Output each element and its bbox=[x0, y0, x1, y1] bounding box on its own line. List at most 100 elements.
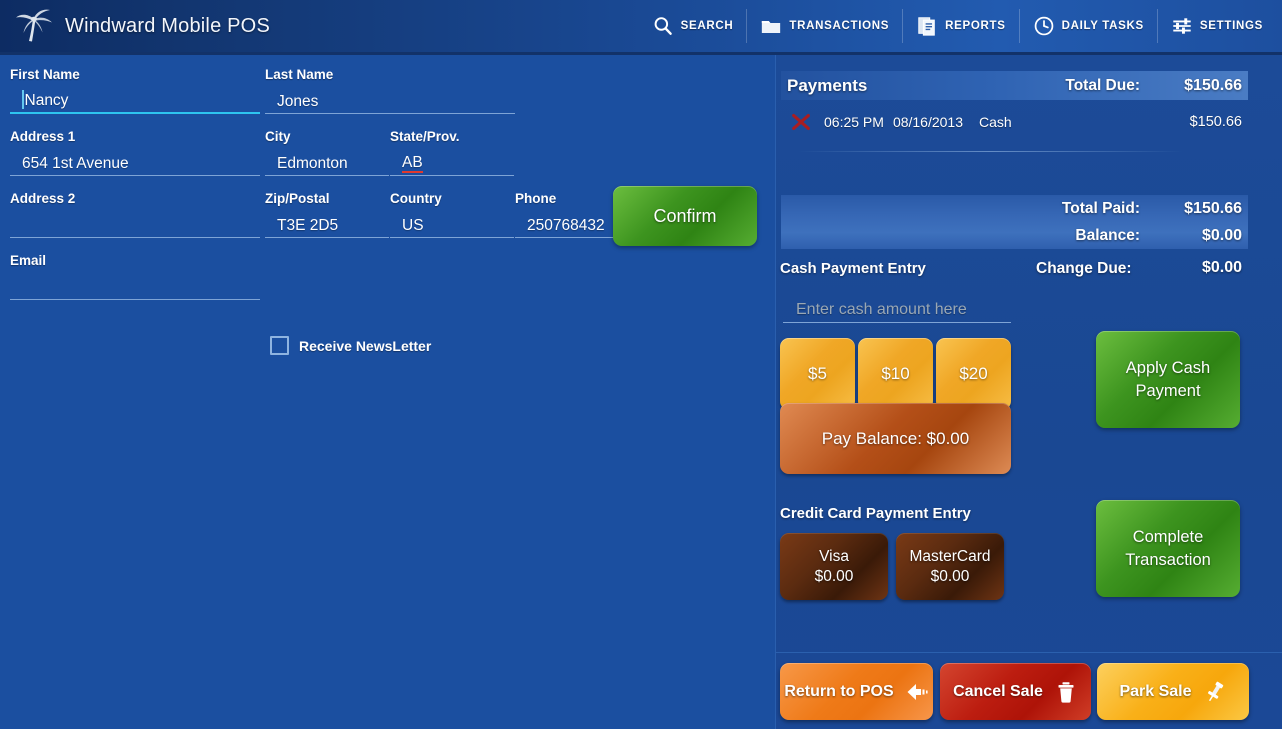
value-first-name: Nancy bbox=[24, 92, 69, 109]
field-address2: Address 2 bbox=[10, 191, 260, 238]
nav-label-settings: SETTINGS bbox=[1199, 20, 1263, 32]
cash-payment-entry-title: Cash Payment Entry bbox=[780, 260, 926, 277]
input-zip[interactable]: T3E 2D5 bbox=[265, 211, 389, 238]
return-to-pos-label: Return to POS bbox=[784, 682, 894, 700]
folder-icon bbox=[762, 20, 781, 34]
denomination-label-5: $5 bbox=[808, 364, 827, 383]
mastercard-name: MasterCard bbox=[909, 547, 991, 565]
input-first-name[interactable]: Nancy bbox=[10, 87, 260, 114]
value-city: Edmonton bbox=[277, 155, 348, 172]
newsletter-checkbox-row[interactable]: Receive NewsLetter bbox=[270, 336, 431, 355]
label-zip: Zip/Postal bbox=[265, 191, 330, 206]
top-navigation: SEARCH TRANSACTIONS REPORTS DAILY TASKS … bbox=[639, 0, 1282, 52]
newsletter-checkbox[interactable] bbox=[270, 336, 289, 355]
field-last-name: Last Name Jones bbox=[265, 67, 515, 114]
total-due-value: $150.66 bbox=[1184, 76, 1242, 94]
payment-time: 06:25 PM bbox=[824, 113, 884, 130]
app-title: Windward Mobile POS bbox=[65, 14, 270, 37]
text-caret bbox=[22, 90, 24, 109]
visa-amount: $0.00 bbox=[814, 567, 854, 585]
back-arrow-icon bbox=[907, 683, 928, 700]
visa-name: Visa bbox=[819, 547, 849, 565]
app-header: Windward Mobile POS SEARCH TRANSACTIONS bbox=[0, 0, 1282, 55]
totals-block: Total Paid: $150.66 Balance: $0.00 bbox=[781, 195, 1248, 249]
payment-type: Cash bbox=[979, 113, 1012, 130]
sliders-icon bbox=[1173, 18, 1191, 34]
apply-cash-payment-line2: Payment bbox=[1135, 381, 1201, 400]
label-address2: Address 2 bbox=[10, 191, 76, 206]
label-city: City bbox=[265, 129, 291, 144]
value-state: AB bbox=[402, 154, 423, 173]
content-area: First Name Nancy Last Name Jones Address… bbox=[0, 55, 1282, 729]
app-brand: Windward Mobile POS bbox=[0, 6, 270, 46]
field-state: State/Prov. AB bbox=[390, 129, 514, 176]
bottom-action-bar: Return to POS Cancel Sale Park Sale bbox=[776, 652, 1282, 729]
nav-item-search[interactable]: SEARCH bbox=[639, 9, 747, 43]
input-city[interactable]: Edmonton bbox=[265, 149, 389, 176]
complete-transaction-button[interactable]: Complete Transaction bbox=[1096, 500, 1240, 597]
balance-row: Balance: $0.00 bbox=[781, 222, 1248, 249]
total-paid-label: Total Paid: bbox=[1061, 199, 1140, 217]
payments-divider bbox=[798, 151, 1183, 152]
label-last-name: Last Name bbox=[265, 67, 334, 82]
pay-balance-button[interactable]: Pay Balance: $0.00 bbox=[780, 403, 1011, 474]
input-address1[interactable]: 654 1st Avenue bbox=[10, 149, 260, 176]
park-sale-button[interactable]: Park Sale bbox=[1097, 663, 1249, 720]
cancel-sale-button[interactable]: Cancel Sale bbox=[940, 663, 1091, 720]
apply-cash-payment-line1: Apply Cash bbox=[1125, 358, 1211, 377]
input-state[interactable]: AB bbox=[390, 149, 514, 176]
input-country[interactable]: US bbox=[390, 211, 514, 238]
cash-amount-input[interactable]: Enter cash amount here bbox=[783, 293, 1011, 323]
cancel-sale-label: Cancel Sale bbox=[953, 682, 1043, 700]
nav-label-transactions: TRANSACTIONS bbox=[789, 20, 890, 32]
change-due-value: $0.00 bbox=[1201, 259, 1242, 276]
nav-item-transactions[interactable]: TRANSACTIONS bbox=[746, 9, 902, 43]
change-due-label: Change Due: bbox=[1036, 260, 1132, 277]
denomination-button-5[interactable]: $5 bbox=[780, 338, 855, 410]
search-icon bbox=[654, 17, 672, 35]
field-email: Email bbox=[10, 253, 260, 300]
nav-item-settings[interactable]: SETTINGS bbox=[1156, 9, 1276, 43]
total-paid-row: Total Paid: $150.66 bbox=[781, 195, 1248, 222]
value-last-name: Jones bbox=[277, 93, 319, 110]
value-address1: 654 1st Avenue bbox=[22, 155, 129, 172]
complete-transaction-line1: Complete bbox=[1132, 527, 1204, 546]
balance-value: $0.00 bbox=[1201, 226, 1242, 244]
value-phone: 250768432 bbox=[527, 217, 605, 234]
input-address2[interactable] bbox=[10, 211, 260, 238]
clock-icon bbox=[1034, 16, 1053, 36]
confirm-button[interactable]: Confirm bbox=[613, 186, 757, 246]
nav-label-reports: REPORTS bbox=[945, 20, 1006, 32]
payments-title: Payments bbox=[787, 75, 868, 95]
cash-amount-placeholder: Enter cash amount here bbox=[796, 301, 967, 318]
pushpin-icon bbox=[1207, 681, 1223, 701]
mastercard-amount: $0.00 bbox=[930, 567, 970, 585]
payment-row[interactable]: 06:25 PM 08/16/2013 Cash $150.66 bbox=[781, 107, 1248, 136]
mastercard-button[interactable]: MasterCard $0.00 bbox=[896, 533, 1004, 600]
denomination-button-10[interactable]: $10 bbox=[858, 338, 933, 410]
payment-amount: $150.66 bbox=[1189, 113, 1242, 130]
visa-button[interactable]: Visa $0.00 bbox=[780, 533, 888, 600]
denomination-button-20[interactable]: $20 bbox=[936, 338, 1011, 410]
nav-item-daily-tasks[interactable]: DAILY TASKS bbox=[1018, 9, 1157, 43]
return-to-pos-button[interactable]: Return to POS bbox=[780, 663, 933, 720]
customer-form-pane: First Name Nancy Last Name Jones Address… bbox=[0, 55, 775, 729]
complete-transaction-line2: Transaction bbox=[1125, 550, 1211, 569]
nav-item-reports[interactable]: REPORTS bbox=[902, 9, 1019, 43]
input-email[interactable] bbox=[10, 273, 260, 300]
total-due-label: Total Due: bbox=[1065, 76, 1140, 94]
value-country: US bbox=[402, 217, 424, 234]
denomination-label-10: $10 bbox=[881, 364, 910, 383]
palm-tree-icon bbox=[16, 9, 52, 42]
documents-icon bbox=[918, 17, 935, 36]
newsletter-label: Receive NewsLetter bbox=[299, 337, 432, 354]
pay-balance-label: Pay Balance: $0.00 bbox=[821, 428, 970, 448]
input-last-name[interactable]: Jones bbox=[265, 87, 515, 114]
payment-date: 08/16/2013 bbox=[892, 113, 964, 130]
credit-card-entry-title: Credit Card Payment Entry bbox=[780, 505, 971, 522]
apply-cash-payment-button[interactable]: Apply Cash Payment bbox=[1096, 331, 1240, 428]
trash-icon bbox=[1058, 681, 1074, 703]
red-x-icon[interactable] bbox=[789, 111, 813, 133]
confirm-button-label: Confirm bbox=[653, 205, 717, 226]
field-first-name: First Name Nancy bbox=[10, 67, 260, 114]
